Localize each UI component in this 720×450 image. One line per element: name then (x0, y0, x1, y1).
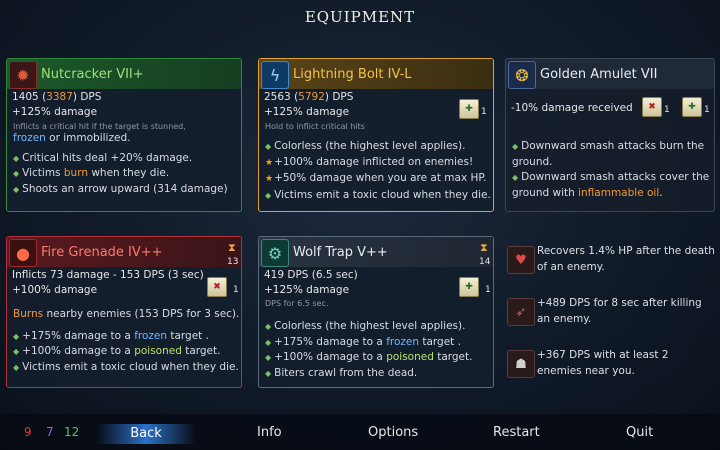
grenade-icon: ● (9, 239, 37, 267)
tactics-scrolls: 7 (46, 425, 54, 439)
crowd-icon: ☗ (507, 350, 535, 378)
weapon-description: frozen or immobilized. ◆ Critical hits de… (7, 131, 241, 197)
effect-line: ◆ Shoots an arrow upward (314 damage) (13, 182, 228, 195)
weapon-stats: 2563 (5792) DPS +125% damage (264, 91, 354, 118)
effect-line: ★+50% damage when you are at max HP. (265, 172, 487, 184)
effect-line: ◆ Colorless (the highest level applies). (265, 140, 466, 152)
survival-scrolls: 12 (64, 425, 80, 439)
weapon-name: Nutcracker VII+ (41, 66, 144, 82)
mutation-text: Recovers 1.4% HP after the death of an e… (537, 245, 715, 273)
dps-bonus: 5792 (298, 91, 325, 103)
card-header: ⚙ Wolf Trap V++ (259, 237, 493, 267)
card-header: ● Fire Grenade IV++ (7, 237, 241, 267)
cooldown-icon: ⧗ (228, 241, 236, 254)
scroll-count: 1 (664, 105, 670, 115)
scrolled-text: Inflicts a critical hit if the target is… (13, 123, 186, 131)
effect-line: ◆ Colorless (the highest level applies). (265, 320, 466, 332)
scroll-icon: ✚ (682, 97, 702, 117)
effect-line: ◆ Victims burn when they die. (13, 167, 170, 179)
effect-line: ◆ Downward smash attacks burn the (512, 140, 705, 152)
skill-stats: Inflicts 73 damage - 153 DPS (3 sec) +10… (12, 269, 204, 296)
scrolled-text: DPS for 6.5 sec. (265, 300, 329, 308)
skill-card-wolf-trap[interactable]: ⚙ Wolf Trap V++ ⧗ 14 ✚ 1 419 DPS (6.5 se… (258, 236, 494, 388)
mutation-text: +367 DPS with at least 2 enemies near yo… (537, 349, 669, 377)
wolf-trap-icon: ⚙ (261, 239, 289, 267)
dps-bonus: 3387 (46, 91, 73, 103)
page-title: EQUIPMENT (304, 8, 416, 26)
skill-card-fire-grenade[interactable]: ● Fire Grenade IV++ ⧗ 13 ✖ 1 Inflicts 73… (6, 236, 242, 388)
weapon-description: ◆ Colorless (the highest level applies). … (259, 139, 493, 203)
brutality-scrolls: 9 (24, 425, 32, 439)
effect-line: ◆ +100% damage to a poisoned target. (265, 351, 473, 363)
cooldown-value: 14 (479, 257, 491, 267)
weapon-name: Lightning Bolt IV-L (293, 66, 412, 82)
scroll-icon: ✖ (642, 97, 662, 117)
heart-leech-icon: ♥ (507, 246, 535, 274)
effect-line: ◆ Downward smash attacks cover the (512, 171, 710, 183)
skill-name: Wolf Trap V++ (293, 244, 388, 260)
weapon-stats: 1405 (3387) DPS +125% damage (12, 91, 102, 118)
cooldown-value: 13 (227, 257, 239, 267)
effect-line: ◆ +100% damage to a poisoned target. (13, 345, 221, 357)
effect-line: ◆ Critical hits deal +20% damage. (13, 151, 193, 164)
weapon-card-nutcracker[interactable]: ✹ Nutcracker VII+ 1405 (3387) DPS +125% … (6, 58, 242, 212)
skill-stats: 419 DPS (6.5 sec) +125% damage (264, 269, 358, 296)
effect-line: ★+100% damage inflicted on enemies! (265, 155, 474, 168)
mutation-row[interactable]: ☗ +367 DPS with at least 2 enemies near … (505, 346, 715, 390)
amulet-icon: ❂ (508, 61, 536, 89)
options-button[interactable]: Options (368, 425, 418, 440)
amulet-card[interactable]: ❂ Golden Amulet VII -10% damage received… (505, 58, 715, 212)
amulet-name: Golden Amulet VII (540, 66, 658, 82)
restart-button[interactable]: Restart (493, 425, 540, 440)
scrolled-text: Hold to inflict critical hits (265, 123, 365, 131)
mutation-row[interactable]: ➶ +489 DPS for 8 sec after killing an en… (505, 294, 715, 338)
info-button[interactable]: Info (257, 425, 282, 440)
cooldown-icon: ⧗ (480, 241, 488, 254)
effect-line: ◆ Victims emit a toxic cloud when they di… (265, 188, 491, 201)
weapon-card-lightning-bolt[interactable]: ϟ Lightning Bolt IV-L 2563 (5792) DPS +1… (258, 58, 494, 212)
skill-name: Fire Grenade IV++ (41, 244, 163, 260)
nutcracker-icon: ✹ (9, 61, 37, 89)
effect-line: ◆ +175% damage to a frozen target . (265, 335, 461, 348)
lightning-icon: ϟ (261, 61, 289, 89)
effect-line: ◆ Biters crawl from the dead. (265, 366, 418, 379)
skill-description: Burns nearby enemies (153 DPS for 3 sec)… (7, 307, 241, 375)
scroll-icon: ✚ (459, 99, 479, 119)
scroll-count: 1 (704, 105, 710, 115)
amulet-description: ◆ Downward smash attacks burn the ground.… (512, 140, 710, 199)
card-header: ϟ Lightning Bolt IV-L (259, 59, 493, 89)
skill-description: ◆ Colorless (the highest level applies). … (259, 319, 493, 381)
scroll-count: 1 (481, 107, 487, 117)
bow-kill-icon: ➶ (507, 298, 535, 326)
quit-button[interactable]: Quit (626, 425, 653, 440)
card-header: ✹ Nutcracker VII+ (7, 59, 241, 89)
mutation-row[interactable]: ♥ Recovers 1.4% HP after the death of an… (505, 242, 715, 286)
effect-line: ◆ +175% damage to a frozen target . (13, 329, 209, 342)
effect-line: ◆ Victims emit a toxic cloud when they di… (13, 360, 239, 373)
card-header: ❂ Golden Amulet VII (506, 59, 714, 89)
mutation-text: +489 DPS for 8 sec after killing an enem… (537, 297, 702, 325)
back-button[interactable]: Back (96, 424, 196, 444)
